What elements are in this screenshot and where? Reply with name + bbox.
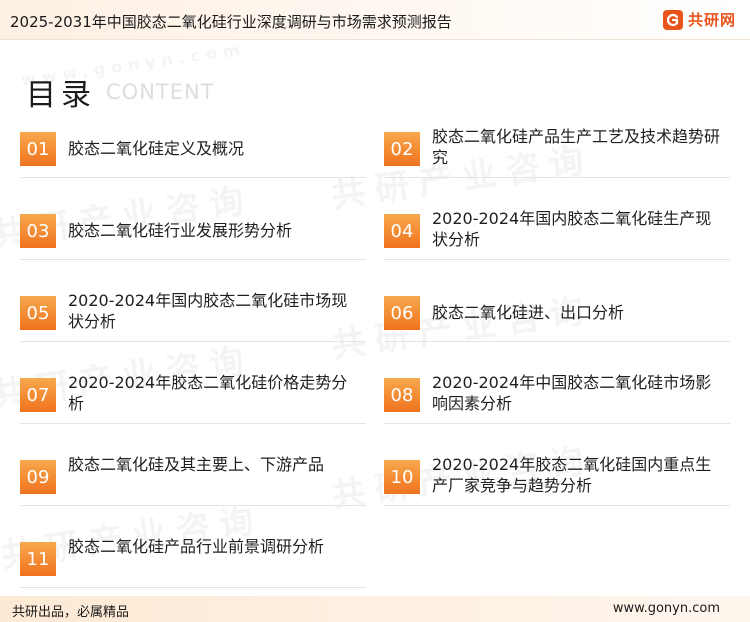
toc-item-label: 胶态二氧化硅定义及概况 <box>68 139 245 158</box>
toc-item-04[interactable]: 04 2020-2024年国内胶态二氧化硅生产现状分析 <box>384 196 730 260</box>
toc-item-label: 胶态二氧化硅产品行业前景调研分析 <box>68 537 325 556</box>
toc-item-number: 04 <box>384 214 420 248</box>
toc-item-05[interactable]: 05 2020-2024年国内胶态二氧化硅市场现状分析 <box>20 278 366 342</box>
toc-item-label: 2020-2024年胶态二氧化硅国内重点生产厂家竞争与趋势分析 <box>432 455 712 495</box>
toc-item-02[interactable]: 02 胶态二氧化硅产品生产工艺及技术趋势研究 <box>384 114 730 178</box>
toc-item-label: 胶态二氧化硅行业发展形势分析 <box>68 221 293 240</box>
toc-item-06[interactable]: 06 胶态二氧化硅进、出口分析 <box>384 278 730 342</box>
toc-subtitle: CONTENT <box>106 80 215 104</box>
page-footer: 共研出品，必属精品 www.gonyn.com <box>0 596 750 622</box>
toc-item-label: 2020-2024年国内胶态二氧化硅市场现状分析 <box>68 291 348 331</box>
brand-logo: 共研网 <box>662 9 736 30</box>
footer-url[interactable]: www.gonyn.com <box>613 601 720 616</box>
toc-item-number: 02 <box>384 132 420 166</box>
toc-item-01[interactable]: 01 胶态二氧化硅定义及概况 <box>20 114 366 178</box>
toc-item-number: 11 <box>20 542 56 576</box>
toc-item-03[interactable]: 03 胶态二氧化硅行业发展形势分析 <box>20 196 366 260</box>
toc-item-label: 2020-2024年中国胶态二氧化硅市场影响因素分析 <box>432 373 712 413</box>
toc-item-label: 胶态二氧化硅及其主要上、下游产品 <box>68 455 325 474</box>
toc-item-label: 2020-2024年国内胶态二氧化硅生产现状分析 <box>432 209 712 249</box>
toc-item-11[interactable]: 11 胶态二氧化硅产品行业前景调研分析 <box>20 524 366 588</box>
toc-item-07[interactable]: 07 2020-2024年胶态二氧化硅价格走势分析 <box>20 360 366 424</box>
toc-item-number: 08 <box>384 378 420 412</box>
toc-item-10[interactable]: 10 2020-2024年胶态二氧化硅国内重点生产厂家竞争与趋势分析 <box>384 442 730 506</box>
toc-item-number: 01 <box>20 132 56 166</box>
toc-item-number: 10 <box>384 460 420 494</box>
toc-item-number: 03 <box>20 214 56 248</box>
toc-item-number: 05 <box>20 296 56 330</box>
toc-item-label: 2020-2024年胶态二氧化硅价格走势分析 <box>68 373 348 413</box>
footer-slogan: 共研出品，必属精品 <box>12 605 130 620</box>
toc-title: 目录 <box>26 78 96 113</box>
brand-logo-icon <box>662 9 683 30</box>
report-title: 2025-2031年中国胶态二氧化硅行业深度调研与市场需求预测报告 <box>10 13 452 31</box>
toc-item-09[interactable]: 09 胶态二氧化硅及其主要上、下游产品 <box>20 442 366 506</box>
toc-item-number: 09 <box>20 460 56 494</box>
toc-item-label: 胶态二氧化硅产品生产工艺及技术趋势研究 <box>432 127 721 167</box>
brand-name: 共研网 <box>687 11 736 29</box>
toc-item-number: 06 <box>384 296 420 330</box>
toc-item-label: 胶态二氧化硅进、出口分析 <box>432 303 625 322</box>
toc-item-08[interactable]: 08 2020-2024年中国胶态二氧化硅市场影响因素分析 <box>384 360 730 424</box>
page-header: 2025-2031年中国胶态二氧化硅行业深度调研与市场需求预测报告 共研网 <box>0 0 750 40</box>
toc-item-number: 07 <box>20 378 56 412</box>
